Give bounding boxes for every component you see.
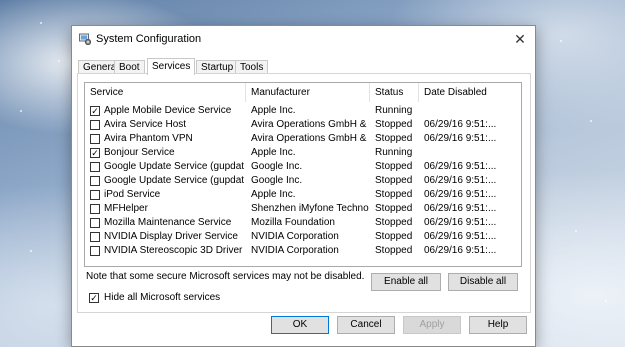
service-checkbox[interactable] bbox=[90, 176, 100, 186]
hide-microsoft-services-checkbox[interactable]: ✓ bbox=[89, 293, 99, 303]
service-checkbox[interactable] bbox=[90, 246, 100, 256]
table-row[interactable]: NVIDIA Stereoscopic 3D Driver S... NVIDIA… bbox=[85, 244, 521, 258]
service-status: Stopped bbox=[375, 175, 413, 186]
tab-boot[interactable]: Boot bbox=[114, 60, 145, 74]
date-disabled: 06/29/16 9:51:... bbox=[424, 189, 497, 200]
table-row[interactable]: ✓ Apple Mobile Device Service Apple Inc. Ru… bbox=[85, 104, 521, 118]
list-header: Service Manufacturer Status Date Disable… bbox=[85, 83, 521, 102]
service-status: Running bbox=[375, 105, 413, 116]
date-disabled: 06/29/16 9:51:... bbox=[424, 133, 497, 144]
service-status: Stopped bbox=[375, 245, 413, 256]
checkmark-icon: ✓ bbox=[90, 293, 98, 303]
service-name: MFHelper bbox=[104, 203, 148, 214]
manufacturer-name: Apple Inc. bbox=[251, 147, 296, 158]
service-status: Stopped bbox=[375, 231, 413, 242]
date-disabled: 06/29/16 9:51:... bbox=[424, 217, 497, 228]
service-checkbox[interactable] bbox=[90, 218, 100, 228]
services-panel: Service Manufacturer Status Date Disable… bbox=[77, 73, 531, 313]
manufacturer-name: Google Inc. bbox=[251, 175, 303, 186]
service-checkbox[interactable] bbox=[90, 204, 100, 214]
column-header-service[interactable]: Service bbox=[85, 83, 246, 102]
disable-all-button[interactable]: Disable all bbox=[448, 273, 518, 291]
manufacturer-name: NVIDIA Corporation bbox=[251, 231, 339, 242]
service-name: Google Update Service (gupdatem) bbox=[104, 175, 244, 186]
cancel-button[interactable]: Cancel bbox=[337, 316, 395, 334]
service-checkbox[interactable] bbox=[90, 162, 100, 172]
service-status: Stopped bbox=[375, 119, 413, 130]
service-checkbox[interactable] bbox=[90, 120, 100, 130]
apply-button[interactable]: Apply bbox=[403, 316, 461, 334]
service-checkbox[interactable]: ✓ bbox=[90, 148, 100, 158]
date-disabled: 06/29/16 9:51:... bbox=[424, 231, 497, 242]
date-disabled: 06/29/16 9:51:... bbox=[424, 175, 497, 186]
manufacturer-name: NVIDIA Corporation bbox=[251, 245, 339, 256]
service-name: Google Update Service (gupdate) bbox=[104, 161, 244, 172]
service-name: iPod Service bbox=[104, 189, 161, 200]
service-checkbox[interactable] bbox=[90, 232, 100, 242]
service-name: NVIDIA Stereoscopic 3D Driver S... bbox=[104, 245, 244, 256]
service-status: Running bbox=[375, 147, 413, 158]
manufacturer-name: Mozilla Foundation bbox=[251, 217, 335, 228]
table-row[interactable]: MFHelper Shenzhen iMyfone Technol... Stopp… bbox=[85, 202, 521, 216]
close-icon: ✕ bbox=[514, 31, 526, 47]
table-row[interactable]: Mozilla Maintenance Service Mozilla Found… bbox=[85, 216, 521, 230]
date-disabled: 06/29/16 9:51:... bbox=[424, 119, 497, 130]
service-name: Apple Mobile Device Service bbox=[104, 105, 232, 116]
close-button[interactable]: ✕ bbox=[505, 26, 535, 52]
tab-tools[interactable]: Tools bbox=[235, 60, 269, 74]
ok-button[interactable]: OK bbox=[271, 316, 329, 334]
enable-all-button[interactable]: Enable all bbox=[371, 273, 441, 291]
service-status: Stopped bbox=[375, 133, 413, 144]
service-status: Stopped bbox=[375, 189, 413, 200]
manufacturer-name: Apple Inc. bbox=[251, 105, 296, 116]
date-disabled bbox=[424, 146, 521, 160]
column-header-manufacturer[interactable]: Manufacturer bbox=[246, 83, 370, 102]
help-button[interactable]: Help bbox=[469, 316, 527, 334]
date-disabled: 06/29/16 9:51:... bbox=[424, 245, 497, 256]
table-row[interactable]: Avira Service Host Avira Operations GmbH … bbox=[85, 118, 521, 132]
service-checkbox[interactable] bbox=[90, 134, 100, 144]
service-name: Avira Service Host bbox=[104, 119, 187, 130]
service-status: Stopped bbox=[375, 217, 413, 228]
system-config-icon bbox=[79, 33, 92, 46]
date-disabled: 06/29/16 9:51:... bbox=[424, 161, 497, 172]
service-name: Bonjour Service bbox=[104, 147, 175, 158]
service-name: Mozilla Maintenance Service bbox=[104, 217, 232, 228]
hide-microsoft-services-label[interactable]: Hide all Microsoft services bbox=[104, 292, 220, 304]
date-disabled: 06/29/16 9:51:... bbox=[424, 203, 497, 214]
date-disabled bbox=[424, 104, 521, 118]
checkmark-icon: ✓ bbox=[91, 148, 99, 158]
manufacturer-name: Google Inc. bbox=[251, 161, 303, 172]
service-checkbox[interactable] bbox=[90, 190, 100, 200]
manufacturer-name: Shenzhen iMyfone Technol... bbox=[251, 203, 369, 214]
manufacturer-name: Apple Inc. bbox=[251, 189, 296, 200]
table-row[interactable]: Google Update Service (gupdate) Google In… bbox=[85, 160, 521, 174]
table-row[interactable]: Avira Phantom VPN Avira Operations GmbH &… bbox=[85, 132, 521, 146]
column-header-date-disabled[interactable]: Date Disabled bbox=[419, 83, 521, 102]
service-checkbox[interactable]: ✓ bbox=[90, 106, 100, 116]
tab-services[interactable]: Services bbox=[147, 58, 196, 75]
secure-services-note: Note that some secure Microsoft services… bbox=[86, 271, 365, 282]
service-status: Stopped bbox=[375, 203, 413, 214]
table-row[interactable]: Google Update Service (gupdatem) Google I… bbox=[85, 174, 521, 188]
table-row[interactable]: NVIDIA Display Driver Service NVIDIA Corp… bbox=[85, 230, 521, 244]
service-name: Avira Phantom VPN bbox=[104, 133, 193, 144]
manufacturer-name: Avira Operations GmbH & ... bbox=[251, 119, 369, 130]
services-list[interactable]: Service Manufacturer Status Date Disable… bbox=[84, 82, 522, 267]
checkmark-icon: ✓ bbox=[91, 106, 99, 116]
service-status: Stopped bbox=[375, 161, 413, 172]
table-row[interactable]: ✓ Bonjour Service Apple Inc. Running bbox=[85, 146, 521, 160]
system-configuration-window: System Configuration ✕ General Boot Serv… bbox=[71, 25, 536, 347]
manufacturer-name: Avira Operations GmbH & ... bbox=[251, 133, 369, 144]
service-name: NVIDIA Display Driver Service bbox=[104, 231, 238, 242]
column-header-status[interactable]: Status bbox=[370, 83, 419, 102]
title-bar[interactable]: System Configuration ✕ bbox=[72, 26, 535, 54]
window-title: System Configuration bbox=[96, 33, 202, 45]
table-row[interactable]: iPod Service Apple Inc. Stopped 06/29/16 9:… bbox=[85, 188, 521, 202]
tab-startup[interactable]: Startup bbox=[196, 60, 239, 74]
